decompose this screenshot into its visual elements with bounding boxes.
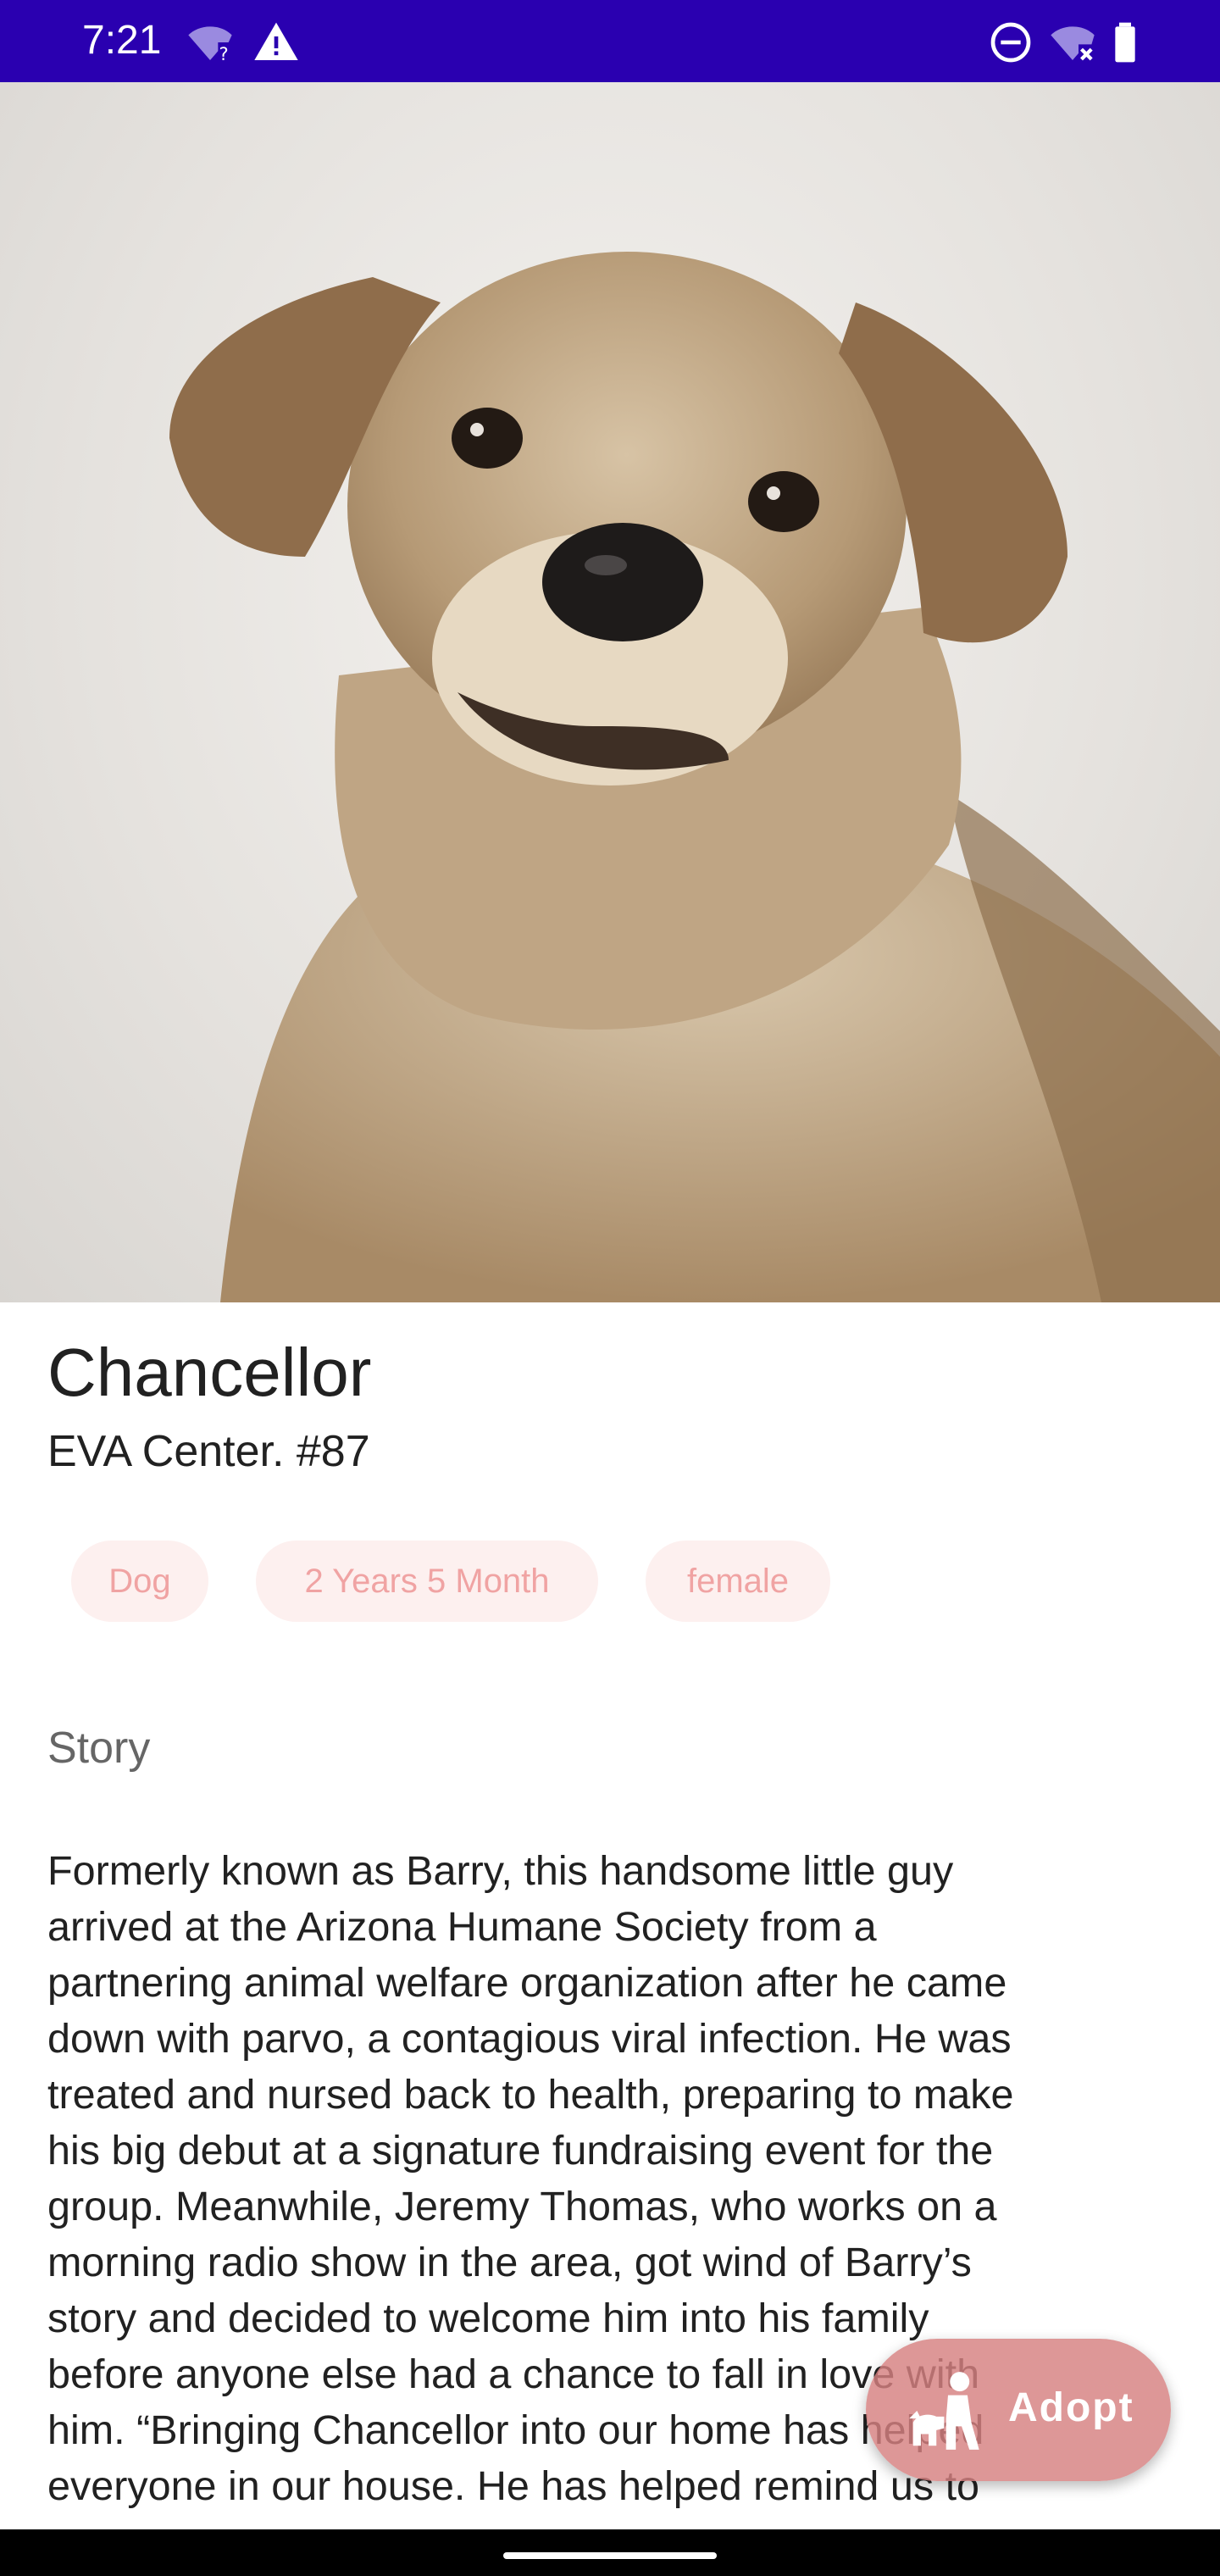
story-line: group. Meanwhile, Jeremy Thomas, who wor… xyxy=(47,2184,997,2229)
story-heading: Story xyxy=(47,1724,151,1773)
wifi-off-icon xyxy=(1051,26,1095,61)
pet-photo xyxy=(0,82,1220,1302)
do-not-disturb-icon xyxy=(990,22,1031,63)
warning-icon xyxy=(254,22,298,61)
story-line: down with parvo, a contagious viral infe… xyxy=(47,2016,1012,2062)
adopt-button-label: Adopt xyxy=(1008,2385,1134,2430)
tag-chip-type: Dog xyxy=(71,1541,208,1622)
status-time: 7:21 xyxy=(82,18,162,63)
story-line: morning radio show in the area, got wind… xyxy=(47,2240,972,2285)
battery-icon xyxy=(1115,22,1135,63)
story-line: his big debut at a signature fundraising… xyxy=(47,2128,994,2174)
wifi-unknown-icon: ? xyxy=(188,26,232,64)
svg-text:?: ? xyxy=(219,44,229,64)
pet-name: Chancellor xyxy=(47,1335,372,1410)
adopt-button[interactable]: Adopt xyxy=(866,2339,1171,2481)
story-line: arrived at the Arizona Humane Society fr… xyxy=(47,1904,877,1950)
dog-illustration xyxy=(169,252,1220,1302)
tag-chip-age: 2 Years 5 Month xyxy=(256,1541,598,1622)
home-gesture-handle[interactable] xyxy=(503,2552,717,2559)
status-bar: 7:21 ? xyxy=(0,0,1220,82)
story-line: treated and nursed back to health, prepa… xyxy=(47,2072,1014,2118)
story-line: Formerly known as Barry, this handsome l… xyxy=(47,1848,954,1894)
story-line: partnering animal welfare organization a… xyxy=(47,1960,1007,2006)
pet-center: EVA Center. #87 xyxy=(47,1427,370,1476)
tag-chip-gender: female xyxy=(646,1541,830,1622)
adopt-person-pet-icon xyxy=(909,2372,979,2450)
navigation-bar xyxy=(0,2529,1220,2576)
